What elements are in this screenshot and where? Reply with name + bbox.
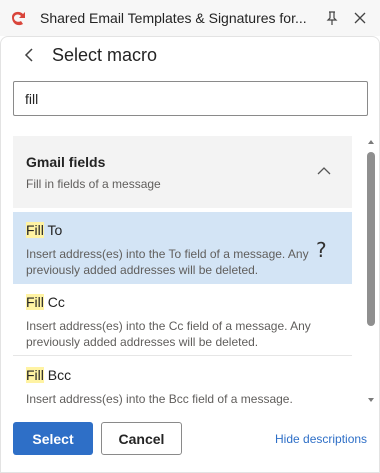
page-title: Select macro: [52, 45, 158, 65]
scrollbar-thumb[interactable]: [367, 152, 375, 326]
hide-descriptions-link[interactable]: Hide descriptions: [275, 432, 367, 446]
list-item-fill-to[interactable]: Fill To Insert address(es) into the To f…: [13, 212, 352, 284]
help-icon[interactable]: ?: [316, 238, 327, 262]
close-icon[interactable]: [352, 10, 368, 26]
item-title: Fill Bcc: [26, 367, 72, 383]
item-description: Insert address(es) into the Cc field of …: [26, 319, 311, 349]
search-highlight: Fill: [26, 367, 44, 383]
list-item-fill-cc[interactable]: Fill Cc Insert address(es) into the Cc f…: [13, 284, 352, 356]
scroll-down-icon[interactable]: [368, 398, 374, 402]
search-highlight: Fill: [26, 294, 44, 310]
chevron-left-icon[interactable]: [22, 46, 36, 64]
macro-list: Gmail fields Fill in fields of a message…: [0, 136, 380, 408]
group-title: Gmail fields: [26, 154, 106, 170]
pin-icon[interactable]: [324, 10, 340, 26]
search-input[interactable]: [13, 81, 368, 116]
search-highlight: Fill: [26, 222, 44, 238]
chevron-up-icon[interactable]: [317, 166, 331, 176]
scrollbar[interactable]: [366, 136, 376, 408]
select-button[interactable]: Select: [13, 422, 93, 455]
window-title: Shared Email Templates & Signatures for.…: [40, 10, 307, 26]
scroll-up-icon[interactable]: [368, 140, 374, 144]
item-title: Fill To: [26, 222, 63, 238]
group-subtitle: Fill in fields of a message: [26, 177, 161, 191]
item-description: Insert address(es) into the To field of …: [26, 247, 309, 277]
item-description: Insert address(es) into the Bcc field of…: [26, 392, 293, 406]
group-header-gmail-fields[interactable]: Gmail fields Fill in fields of a message: [13, 136, 352, 208]
list-item-fill-bcc[interactable]: Fill Bcc Insert address(es) into the Bcc…: [13, 357, 352, 408]
item-title: Fill Cc: [26, 294, 65, 310]
title-bar: Shared Email Templates & Signatures for.…: [0, 0, 380, 36]
app-logo-icon: [12, 11, 25, 26]
cancel-button[interactable]: Cancel: [101, 422, 182, 455]
